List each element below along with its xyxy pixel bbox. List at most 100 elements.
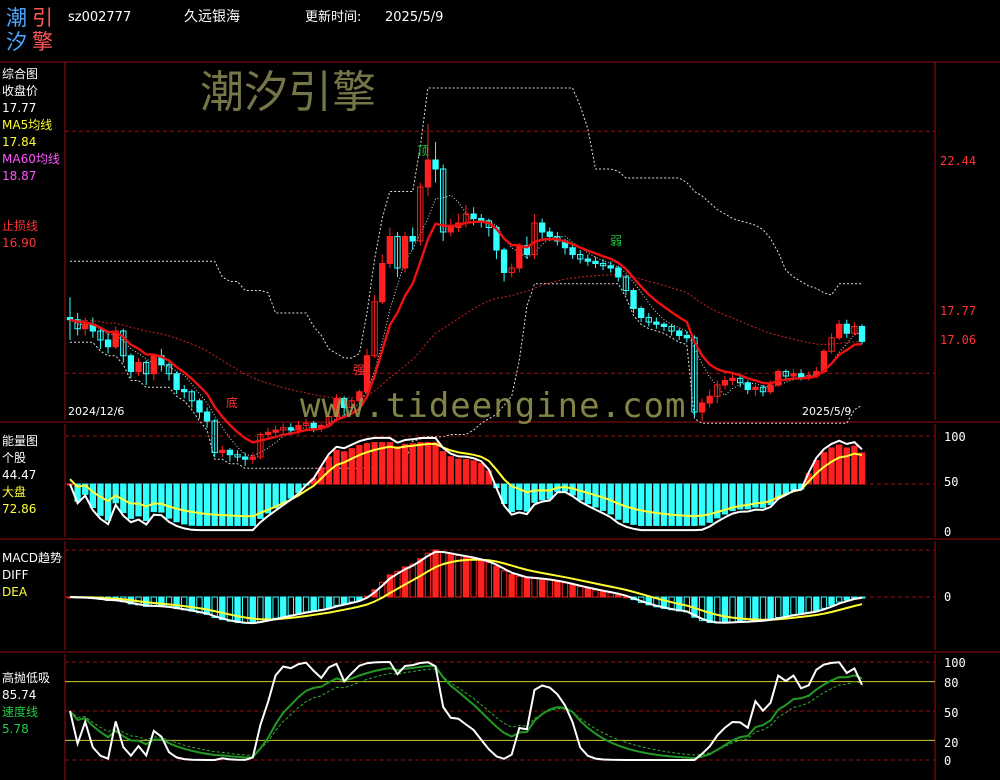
macd-bar [569, 584, 576, 598]
energy-bar [165, 483, 173, 519]
macd-diff-label: DIFF [2, 568, 29, 582]
macd-bar [165, 596, 173, 608]
osc-axis-50: 50 [944, 706, 959, 720]
candle-body [698, 402, 706, 413]
macd-bar [805, 596, 812, 613]
energy-stock-label: 个股 [2, 451, 27, 465]
candle-body [401, 236, 409, 269]
macd-bar [835, 596, 843, 603]
energy-bar [622, 483, 630, 523]
macd-chart[interactable] [65, 549, 935, 625]
energy-bar [843, 447, 850, 485]
candle-body [660, 323, 668, 327]
macd-bar [775, 596, 782, 619]
candle-body [203, 411, 211, 422]
candle-body [272, 429, 279, 433]
start-date: 2024/12/6 [68, 405, 125, 418]
energy-bar [676, 483, 683, 526]
macd-bar [577, 586, 584, 598]
macd-dea-label: DEA [2, 585, 28, 599]
candle-body [653, 321, 660, 325]
macd-bar [280, 596, 287, 618]
energy-bar [249, 483, 256, 526]
ma5-value: 17.84 [2, 135, 37, 149]
candle-body [637, 308, 645, 318]
energy-bar [241, 483, 249, 526]
energy-bar [858, 452, 866, 485]
energy-bar [340, 451, 348, 485]
candle-body [432, 159, 439, 170]
macd-bar [439, 551, 447, 598]
annotation-bottom: 底 [226, 396, 239, 410]
candle-body [447, 227, 454, 233]
macd-bar [325, 596, 333, 609]
energy-bar [508, 483, 515, 513]
stop-loss-value: 16.90 [2, 236, 37, 250]
energy-bar [272, 483, 279, 509]
energy-bar [470, 460, 477, 485]
energy-bar [363, 443, 371, 485]
macd-bar [188, 596, 196, 612]
end-date: 2025/5/9 [802, 405, 852, 418]
candle-body [196, 400, 203, 413]
oscillator-chart[interactable] [65, 660, 935, 761]
candle-body [569, 247, 576, 255]
macd-bar [158, 596, 165, 607]
energy-bar [668, 483, 675, 526]
macd-bar [721, 596, 729, 624]
macd-panel-title: MACD趋势 [2, 551, 62, 565]
energy-bar [280, 483, 287, 504]
osc-speed-label: 速度线 [2, 705, 39, 719]
macd-bar [318, 596, 325, 611]
energy-chart[interactable] [65, 435, 935, 532]
brand-logo: 潮 引 汐 擎 [6, 4, 58, 56]
energy-bar [455, 458, 462, 485]
energy-bar [851, 445, 858, 485]
macd-bar [424, 552, 432, 598]
energy-bar [447, 456, 454, 485]
energy-bar [653, 483, 660, 526]
energy-bar [142, 483, 150, 521]
energy-bar [386, 442, 394, 485]
osc-axis-100: 100 [944, 656, 966, 670]
macd-bar [500, 570, 508, 598]
macd-bar [493, 565, 500, 598]
energy-bar [439, 451, 447, 485]
candle-body [226, 449, 234, 456]
logo-char-4: 擎 [32, 30, 53, 54]
macd-bar [203, 596, 211, 615]
candle-body [173, 373, 180, 390]
energy-bar [775, 483, 782, 498]
energy-bar [462, 459, 470, 485]
candle-body [721, 380, 729, 386]
axis-label-17-06: 17.06 [940, 333, 977, 347]
energy-bar [691, 483, 698, 526]
macd-bar [516, 575, 523, 598]
macd-bar [196, 596, 203, 614]
macd-bar [478, 559, 485, 598]
energy-bar [706, 483, 713, 523]
osc-axis-80: 80 [944, 676, 959, 690]
candle-body [295, 425, 302, 431]
ma60-label: MA60均线 [2, 152, 60, 166]
candle-body [835, 323, 843, 339]
energy-bar [660, 483, 668, 526]
energy-bar [348, 448, 355, 485]
macd-bar [234, 596, 241, 623]
energy-bar [630, 483, 637, 525]
osc-axis-0: 0 [944, 754, 952, 768]
macd-bar [226, 596, 234, 622]
macd-bar [599, 590, 607, 598]
energy-bar [417, 442, 424, 485]
macd-bar [264, 596, 272, 621]
macd-bar [714, 596, 721, 624]
candle-body [676, 330, 683, 336]
energy-bar [158, 483, 165, 513]
energy-bar [394, 446, 401, 485]
macd-bar [219, 596, 226, 621]
energy-bar [683, 483, 691, 526]
energy-bar [97, 483, 104, 516]
energy-bar [181, 483, 188, 525]
macd-bar [744, 596, 751, 623]
macd-bar [181, 596, 188, 611]
